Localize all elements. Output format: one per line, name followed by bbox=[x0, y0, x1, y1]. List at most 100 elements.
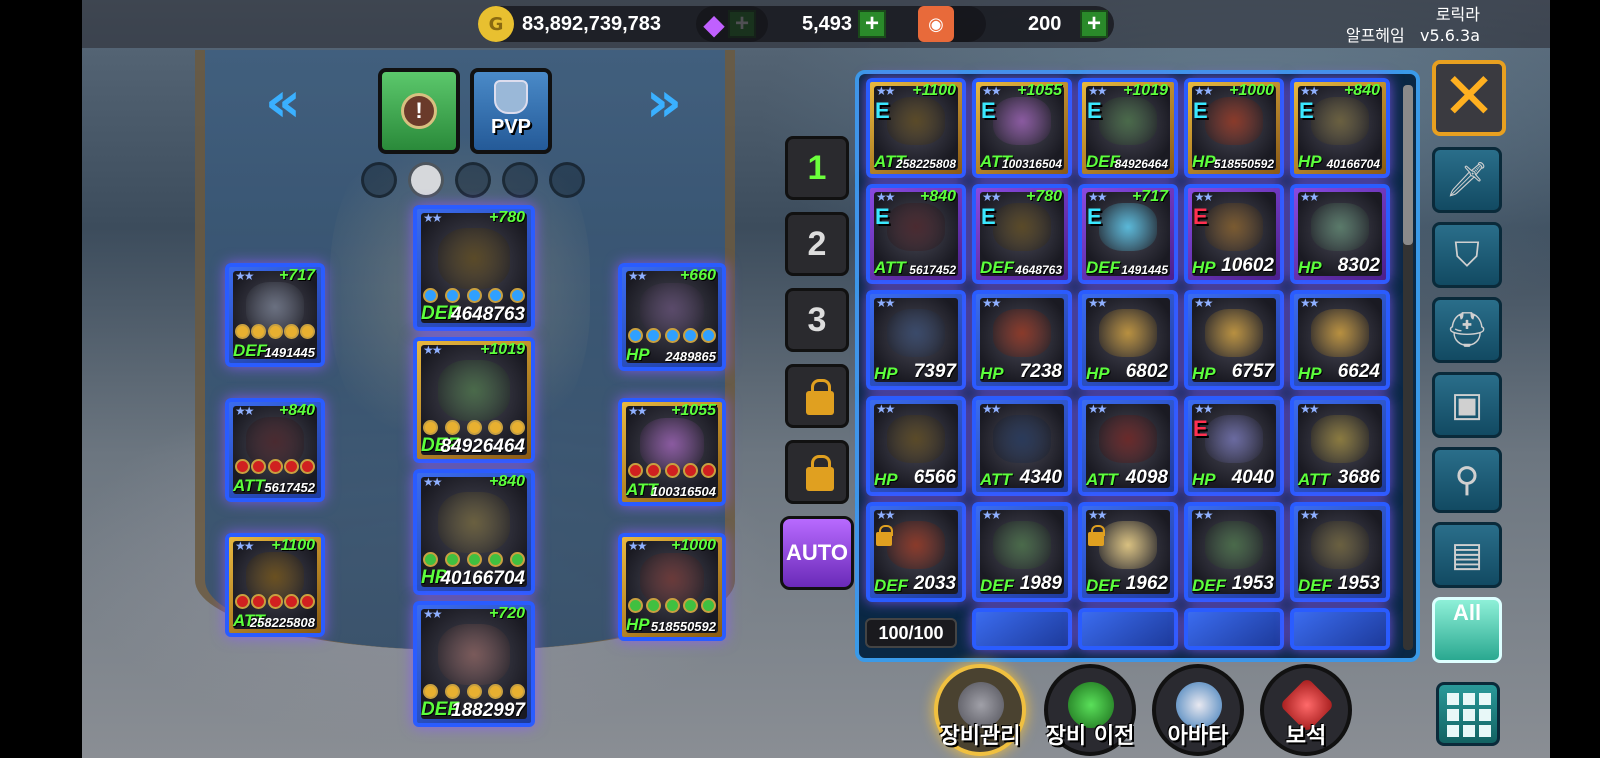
locked-preset-button[interactable] bbox=[785, 364, 849, 428]
inventory-item[interactable]: ★★ HP 7397 bbox=[866, 290, 966, 390]
filter-helmet[interactable]: ⛑ bbox=[1432, 297, 1502, 363]
star-rating-icon: ★★ bbox=[1194, 190, 1213, 204]
inventory-item[interactable]: ★★ HP 6624 bbox=[1290, 290, 1390, 390]
pvp-tab-button[interactable]: PVP bbox=[470, 68, 552, 154]
equipment-art-icon bbox=[992, 520, 1052, 569]
inventory-item[interactable]: ★★ +1055 E ATT 100316504 bbox=[972, 78, 1072, 178]
filter-accessory[interactable]: ⚲ bbox=[1432, 447, 1502, 513]
socket-gem-icon bbox=[444, 684, 460, 699]
stat-value: 518550592 bbox=[1213, 157, 1274, 171]
gem-button[interactable]: 보석 bbox=[1260, 664, 1352, 756]
inventory-item[interactable]: ★★ +780 E DEF 4648763 bbox=[972, 184, 1072, 284]
socket-gem-icon bbox=[488, 420, 504, 435]
filter-armor[interactable]: ▣ bbox=[1432, 372, 1502, 438]
avatar-button[interactable]: 아바타 bbox=[1152, 664, 1244, 756]
inventory-item[interactable] bbox=[1290, 608, 1390, 650]
inventory-item[interactable]: ★★ +840 E HP 40166704 bbox=[1290, 78, 1390, 178]
socket-gem-icon bbox=[682, 328, 698, 343]
page-indicator-dot-active[interactable] bbox=[408, 162, 444, 198]
stat-value: 6802 bbox=[1125, 361, 1168, 382]
equipment-art-icon bbox=[886, 202, 946, 251]
inventory-item[interactable] bbox=[1184, 608, 1284, 650]
equipped-slot[interactable]: ★★ +1100 ATT 258225808 bbox=[225, 533, 325, 637]
inventory-item[interactable]: ★★ HP 8302 bbox=[1290, 184, 1390, 284]
auto-equip-button[interactable]: AUTO bbox=[780, 516, 854, 590]
inventory-item[interactable]: ★★ HP 6566 bbox=[866, 396, 966, 496]
equipment-art-icon bbox=[886, 414, 946, 463]
star-rating-icon: ★★ bbox=[628, 269, 647, 283]
inventory-item[interactable]: ★★ DEF 1953 bbox=[1184, 502, 1284, 602]
locked-preset-button[interactable] bbox=[785, 440, 849, 504]
page-indicator-dot[interactable] bbox=[455, 162, 491, 198]
equipped-slot[interactable]: ★★ +1019 DEF 84926464 bbox=[413, 337, 535, 463]
equipped-slot[interactable]: ★★ +660 HP 2489865 bbox=[618, 263, 726, 371]
preset-button-3[interactable]: 3 bbox=[785, 288, 849, 352]
stat-value: 4648763 bbox=[451, 304, 525, 325]
add-tickets-button[interactable]: + bbox=[1080, 10, 1108, 38]
stat-type: DEF bbox=[1192, 576, 1226, 595]
filter-shield[interactable]: ⛉ bbox=[1432, 222, 1502, 288]
stat-value: 100316504 bbox=[1001, 157, 1062, 171]
inventory-item[interactable]: ★★ HP 6802 bbox=[1078, 290, 1178, 390]
inventory-item[interactable]: ★★ ATT 4340 bbox=[972, 396, 1072, 496]
inventory-item[interactable]: ★★ HP 6757 bbox=[1184, 290, 1284, 390]
inventory-item[interactable]: ★★ +717 E DEF 1491445 bbox=[1078, 184, 1178, 284]
enhance-bonus: +717 bbox=[278, 267, 315, 284]
inventory-item[interactable]: ★★ DEF 2033 bbox=[866, 502, 966, 602]
filter-belt-boots[interactable]: ▤ bbox=[1432, 522, 1502, 588]
star-rating-icon: ★★ bbox=[876, 402, 895, 416]
equipped-slot[interactable]: ★★ +720 DEF 1882997 bbox=[413, 601, 535, 727]
grid-view-button[interactable] bbox=[1436, 682, 1500, 746]
equipped-slot[interactable]: ★★ +840 ATT 5617452 bbox=[225, 398, 325, 502]
notice-tab-button[interactable]: ! bbox=[378, 68, 460, 154]
equipment-art-icon bbox=[1098, 308, 1158, 357]
equipped-slot[interactable]: ★★ +1000 HP 518550592 bbox=[618, 533, 726, 641]
equipment-transfer-button[interactable]: 장비 이전 bbox=[1044, 664, 1136, 756]
stat-type: DEF bbox=[1298, 576, 1332, 595]
inventory-item[interactable]: ★★ +1000 E HP 518550592 bbox=[1184, 78, 1284, 178]
next-page-arrow-icon[interactable]: » bbox=[634, 75, 694, 131]
equipped-slot[interactable]: ★★ +1055 ATT 100316504 bbox=[618, 398, 726, 506]
stat-value: 518550592 bbox=[650, 619, 716, 634]
stat-type: ATT bbox=[1298, 470, 1330, 489]
preset-button-2[interactable]: 2 bbox=[785, 212, 849, 276]
star-rating-icon: ★★ bbox=[1194, 508, 1213, 522]
inventory-item[interactable] bbox=[972, 608, 1072, 650]
screen-edge-right bbox=[1550, 0, 1600, 758]
inventory-scrollbar[interactable] bbox=[1403, 85, 1413, 650]
grade-badge: E bbox=[1087, 98, 1102, 123]
inventory-item[interactable] bbox=[1078, 608, 1178, 650]
inventory-item[interactable]: ★★ ATT 4098 bbox=[1078, 396, 1178, 496]
inventory-item[interactable]: ★★ +840 E ATT 5617452 bbox=[866, 184, 966, 284]
socket-gem-icon bbox=[466, 684, 482, 699]
star-rating-icon: ★★ bbox=[982, 84, 1001, 98]
inventory-item[interactable]: ★★ +1100 E ATT 258225808 bbox=[866, 78, 966, 178]
page-indicator-dot[interactable] bbox=[549, 162, 585, 198]
socket-gem-icon bbox=[466, 288, 482, 303]
prev-page-arrow-icon[interactable]: « bbox=[253, 75, 313, 131]
equipped-slot[interactable]: ★★ +840 HP 40166704 bbox=[413, 469, 535, 595]
inventory-item[interactable]: ★★ E HP 10602 bbox=[1184, 184, 1284, 284]
page-indicator-dot[interactable] bbox=[502, 162, 538, 198]
player-name: 로릭라 bbox=[1435, 5, 1480, 24]
page-indicator-dot[interactable] bbox=[361, 162, 397, 198]
inventory-item[interactable]: ★★ DEF 1953 bbox=[1290, 502, 1390, 602]
inventory-item[interactable]: ★★ HP 7238 bbox=[972, 290, 1072, 390]
equipped-slot[interactable]: ★★ +780 DEF 4648763 bbox=[413, 205, 535, 331]
equipped-slot[interactable]: ★★ +717 DEF 1491445 bbox=[225, 263, 325, 367]
filter-all[interactable]: All bbox=[1432, 597, 1502, 663]
equipment-manage-button[interactable]: 장비관리 bbox=[934, 664, 1026, 756]
inventory-item[interactable]: ★★ E HP 4040 bbox=[1184, 396, 1284, 496]
inventory-item[interactable]: ★★ +1019 E DEF 84926464 bbox=[1078, 78, 1178, 178]
enhance-bonus: +1019 bbox=[480, 341, 525, 358]
socket-gem-icon bbox=[235, 594, 250, 609]
close-button[interactable]: ✕ bbox=[1432, 60, 1506, 136]
preset-button-1[interactable]: 1 bbox=[785, 136, 849, 200]
star-rating-icon: ★★ bbox=[1300, 508, 1319, 522]
star-rating-icon: ★★ bbox=[423, 343, 442, 357]
inventory-item[interactable]: ★★ ATT 3686 bbox=[1290, 396, 1390, 496]
add-gems-button[interactable]: + bbox=[858, 10, 886, 38]
inventory-item[interactable]: ★★ DEF 1962 bbox=[1078, 502, 1178, 602]
filter-weapon[interactable]: 🗡 bbox=[1432, 147, 1502, 213]
inventory-item[interactable]: ★★ DEF 1989 bbox=[972, 502, 1072, 602]
